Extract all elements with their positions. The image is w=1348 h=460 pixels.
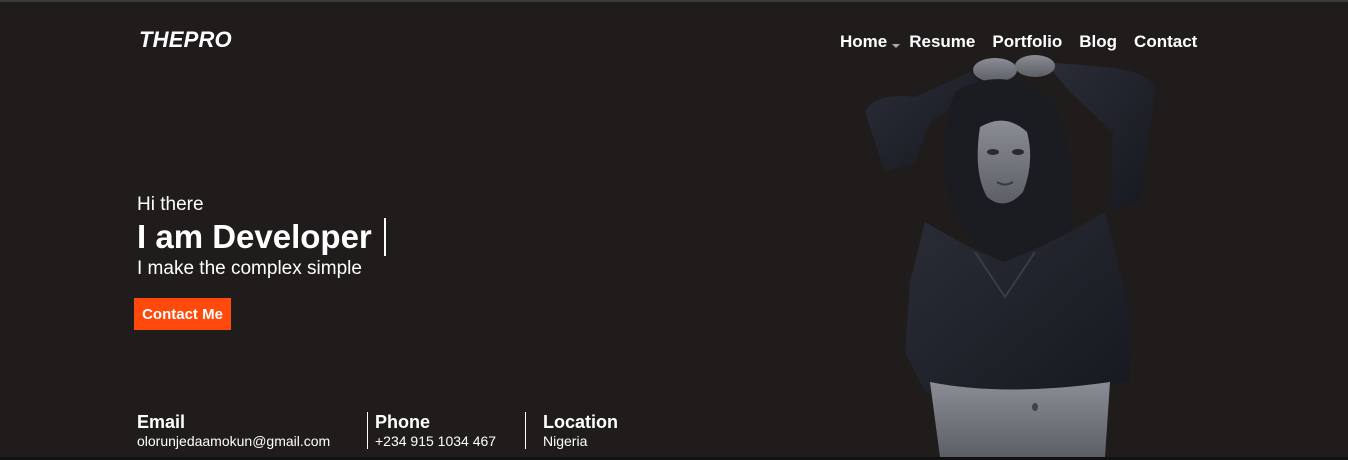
nav-item-home[interactable]: Home (840, 32, 901, 52)
chevron-down-icon[interactable] (892, 44, 901, 48)
phone-value[interactable]: +234 915 1034 467 (375, 432, 496, 450)
hero-headline: I am Developer (137, 218, 372, 255)
nav-item-resume-label: Resume (909, 32, 976, 51)
hero-headline-row: I am Developer (137, 217, 386, 257)
contact-me-button[interactable]: Contact Me (134, 298, 231, 330)
info-divider (367, 412, 368, 449)
email-value[interactable]: olorunjedaamokun@gmail.com (137, 432, 330, 450)
location-value: Nigeria (543, 433, 588, 449)
nav-item-portfolio-label: Portfolio (992, 32, 1063, 51)
email-label: Email (137, 412, 186, 432)
hero-greeting: Hi there (137, 194, 204, 215)
location-info: Location Nigeria (543, 412, 618, 450)
phone-label: Phone (375, 412, 431, 432)
hero-portrait-image (865, 55, 1155, 457)
site-logo[interactable]: THEPRO (139, 27, 232, 53)
phone-info: Phone +234 915 1034 467 (375, 412, 496, 450)
hero-tagline: I make the complex simple (137, 258, 362, 279)
hero-section: Hi there I am Developer I make the compl… (137, 193, 386, 281)
main-nav: Home Resume Portfolio Blog Contact (840, 32, 1197, 52)
nav-item-contact[interactable]: Contact (1134, 32, 1197, 52)
nav-item-home-label: Home (840, 32, 888, 51)
info-divider (525, 412, 526, 449)
nav-item-resume[interactable]: Resume (909, 32, 975, 52)
email-info: Email olorunjedaamokun@gmail.com (137, 412, 330, 450)
typing-cursor (383, 218, 386, 256)
location-label: Location (543, 412, 618, 432)
nav-item-blog[interactable]: Blog (1079, 32, 1117, 52)
nav-item-portfolio[interactable]: Portfolio (992, 32, 1062, 52)
nav-item-blog-label: Blog (1079, 32, 1118, 51)
nav-item-contact-label: Contact (1134, 32, 1198, 51)
